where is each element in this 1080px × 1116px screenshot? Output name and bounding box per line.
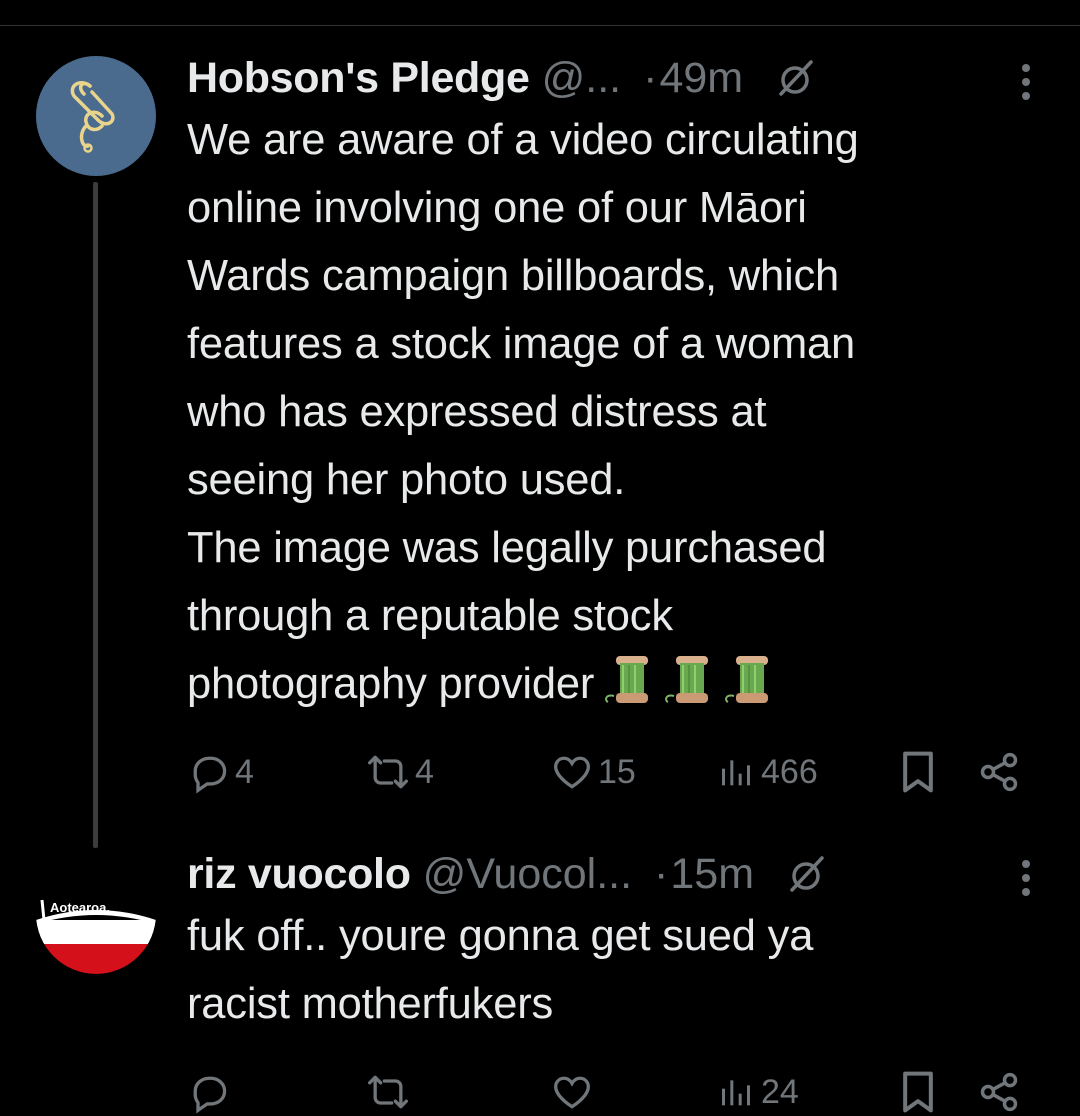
separator-dot: · xyxy=(654,849,669,898)
tweet-text: We are aware of a video circulating onli… xyxy=(187,106,1040,718)
tweet-actions: 24 xyxy=(187,1062,1040,1116)
view-count: 466 xyxy=(761,752,818,791)
text-line: fuk off.. youre gonna get sued ya xyxy=(187,912,814,960)
views-button[interactable]: 24 xyxy=(717,1070,799,1114)
heart-icon xyxy=(554,1076,590,1109)
tweet-body: riz vuocolo @Vuocol... · 15m fuk off.. y… xyxy=(187,840,1040,1038)
text-line: features a stock image of a woman xyxy=(187,320,855,368)
reply-button[interactable] xyxy=(187,1070,231,1114)
top-divider xyxy=(0,25,1080,26)
text-line: photography provider xyxy=(187,660,595,708)
tweet-hobsons-pledge[interactable]: Hobson's Pledge @... · 49m We are aware … xyxy=(0,40,1080,848)
text-line: Wards campaign billboards, which xyxy=(187,252,840,300)
text-line: through a reputable stock xyxy=(187,592,673,640)
reply-button[interactable]: 4 xyxy=(187,750,254,794)
view-count: 24 xyxy=(761,1072,799,1111)
more-options-icon[interactable] xyxy=(1020,64,1032,100)
bookmark-button[interactable] xyxy=(899,1070,937,1114)
more-options-icon[interactable] xyxy=(1020,860,1032,896)
text-line: The image was legally purchased xyxy=(187,524,827,572)
text-line: racist motherfukers xyxy=(187,980,554,1028)
repost-count: 4 xyxy=(415,752,434,791)
text-line-last: photography provider xyxy=(187,650,1040,718)
text-line: online involving one of our Māori xyxy=(187,184,807,232)
tweet-header: Hobson's Pledge @... · 49m xyxy=(187,54,1040,102)
timestamp[interactable]: 49m xyxy=(659,54,743,103)
text-line: seeing her photo used. xyxy=(187,456,626,504)
share-button[interactable] xyxy=(977,1070,1021,1114)
reply-icon xyxy=(193,756,227,794)
thread-spool-emoji xyxy=(602,652,782,708)
tweet-riz-vuocolo[interactable]: Aotearoa. riz vuocolo @Vuocol... · 15m f… xyxy=(0,840,1080,1116)
tweet-actions: 4 4 15 466 xyxy=(187,742,1040,802)
timestamp[interactable]: 15m xyxy=(670,850,754,899)
tweet-body: Hobson's Pledge @... · 49m We are aware … xyxy=(187,40,1040,718)
display-name[interactable]: riz vuocolo xyxy=(187,850,411,899)
handle[interactable]: @Vuocol... xyxy=(423,850,632,899)
like-count: 15 xyxy=(598,752,636,791)
grok-icon[interactable] xyxy=(784,852,828,896)
separator-dot: · xyxy=(643,53,658,102)
like-button[interactable]: 15 xyxy=(550,750,636,794)
bookmark-button[interactable] xyxy=(899,750,937,794)
reply-icon xyxy=(193,1076,227,1114)
bookmark-icon xyxy=(903,1071,933,1113)
tweet-text: fuk off.. youre gonna get sued ya racist… xyxy=(187,902,1040,1038)
thread-line xyxy=(93,182,98,848)
tweet-header: riz vuocolo @Vuocol... · 15m xyxy=(187,850,1040,898)
repost-icon xyxy=(368,755,408,789)
like-button[interactable] xyxy=(550,1070,594,1114)
repost-button[interactable]: 4 xyxy=(365,750,434,794)
views-icon xyxy=(722,760,750,786)
share-button[interactable] xyxy=(977,750,1021,794)
text-line: who has expressed distress at xyxy=(187,388,767,436)
display-name[interactable]: Hobson's Pledge xyxy=(187,54,530,103)
share-icon xyxy=(980,752,1018,792)
avatar-label: Aotearoa. xyxy=(50,900,110,915)
avatar[interactable]: Aotearoa. xyxy=(36,854,156,974)
heart-icon xyxy=(554,756,590,789)
bookmark-icon xyxy=(903,751,933,793)
text-line: We are aware of a video circulating xyxy=(187,116,859,164)
handle[interactable]: @... xyxy=(542,54,622,103)
repost-icon xyxy=(368,1075,408,1109)
reply-count: 4 xyxy=(235,752,254,791)
views-icon xyxy=(722,1080,750,1106)
repost-button[interactable] xyxy=(365,1070,411,1114)
avatar[interactable] xyxy=(36,56,156,176)
paperclip-logo-icon xyxy=(70,81,115,153)
share-icon xyxy=(980,1072,1018,1112)
views-button[interactable]: 466 xyxy=(717,750,818,794)
grok-icon[interactable] xyxy=(773,56,817,100)
